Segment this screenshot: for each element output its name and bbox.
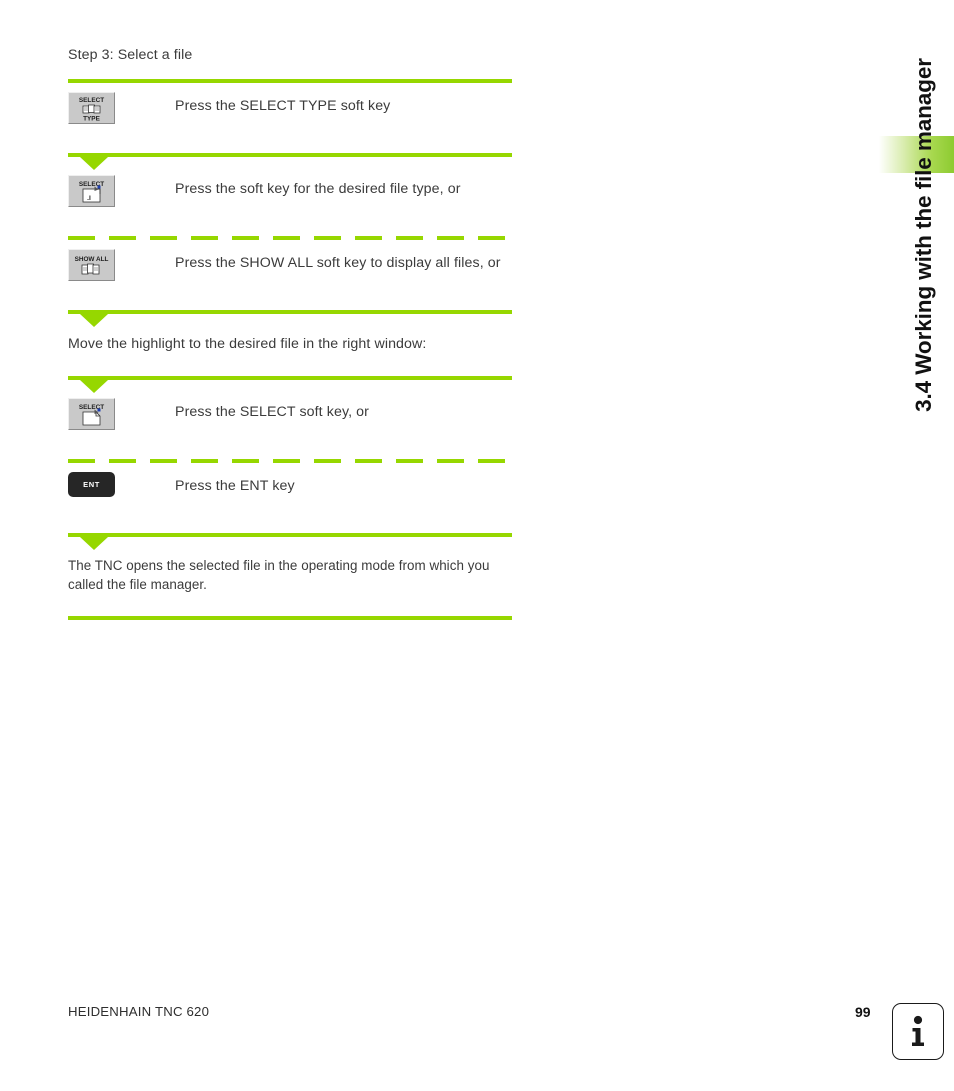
footer-page-number: 99 xyxy=(855,1004,871,1020)
key-cell-5: ENT xyxy=(68,472,175,498)
step-text-4: Press the SELECT soft key, or xyxy=(175,404,369,421)
flow-arrow-3 xyxy=(80,380,108,394)
content-column: Step 3: Select a file SELECT TYPE Press … xyxy=(68,46,512,621)
svg-text:TYPE: TYPE xyxy=(83,116,100,123)
key-cell-3: SHOW ALL xyxy=(68,249,175,282)
footer-product: HEIDENHAIN TNC 620 xyxy=(68,1004,210,1019)
key-cell-2: SELECT .I xyxy=(68,175,175,208)
select-file-icon: SELECT xyxy=(79,404,104,426)
softkey-show-all[interactable]: SHOW ALL xyxy=(68,249,115,282)
information-icon xyxy=(912,1015,924,1046)
separator-solid-4 xyxy=(68,376,512,394)
separator-solid-3 xyxy=(68,310,512,328)
chapter-tab-label: 3.4 Working with the file manager xyxy=(911,58,937,412)
step-row-4: SELECT Press the SELECT soft key, or xyxy=(68,380,512,459)
separator-solid-2 xyxy=(68,153,512,171)
chapter-tab: 3.4 Working with the file manager xyxy=(894,0,954,470)
hardkey-ent[interactable]: ENT xyxy=(68,472,115,498)
step-row-2: SELECT .I Press the soft key for the des… xyxy=(68,157,512,236)
softkey-select-type[interactable]: SELECT TYPE xyxy=(68,92,115,125)
select-file-type-icon: SELECT .I xyxy=(79,181,104,203)
svg-text:.I: .I xyxy=(87,195,91,202)
separator-solid-6 xyxy=(68,616,512,621)
step-text-3: Press the SHOW ALL soft key to display a… xyxy=(175,255,501,272)
svg-text:SHOW ALL: SHOW ALL xyxy=(75,256,109,263)
show-all-files-icon: SHOW ALL xyxy=(75,256,109,275)
step-row-1: SELECT TYPE Press the SELECT TYPE soft k… xyxy=(68,83,512,153)
separator-solid-1 xyxy=(68,79,512,84)
flow-arrow-1 xyxy=(80,157,108,171)
step-text-5: Press the ENT key xyxy=(175,478,295,495)
document-page: 3.4 Working with the file manager Step 3… xyxy=(0,0,954,1091)
flow-arrow-4 xyxy=(80,537,108,551)
select-type-icon: SELECT TYPE xyxy=(79,97,104,123)
flow-arrow-2 xyxy=(80,314,108,328)
svg-text:SELECT: SELECT xyxy=(79,97,104,104)
key-cell-4: SELECT xyxy=(68,398,175,431)
separator-dashed-1 xyxy=(68,236,512,241)
separator-dashed-2 xyxy=(68,459,512,464)
step-row-5: ENT Press the ENT key xyxy=(68,463,512,533)
softkey-select[interactable]: SELECT xyxy=(68,398,115,431)
step-text-2: Press the soft key for the desired file … xyxy=(175,181,461,198)
closing-paragraph: The TNC opens the selected file in the o… xyxy=(68,558,490,593)
step-row-3: SHOW ALL Press the SHOW ALL soft key to … xyxy=(68,240,512,310)
middle-paragraph: Move the highlight to the desired file i… xyxy=(68,336,427,353)
info-icon-box xyxy=(892,1003,944,1060)
key-cell-1: SELECT TYPE xyxy=(68,92,175,125)
separator-solid-5 xyxy=(68,533,512,551)
step-heading: Step 3: Select a file xyxy=(68,47,193,63)
step-text-1: Press the SELECT TYPE soft key xyxy=(175,98,391,115)
softkey-select-file-type[interactable]: SELECT .I xyxy=(68,175,115,208)
